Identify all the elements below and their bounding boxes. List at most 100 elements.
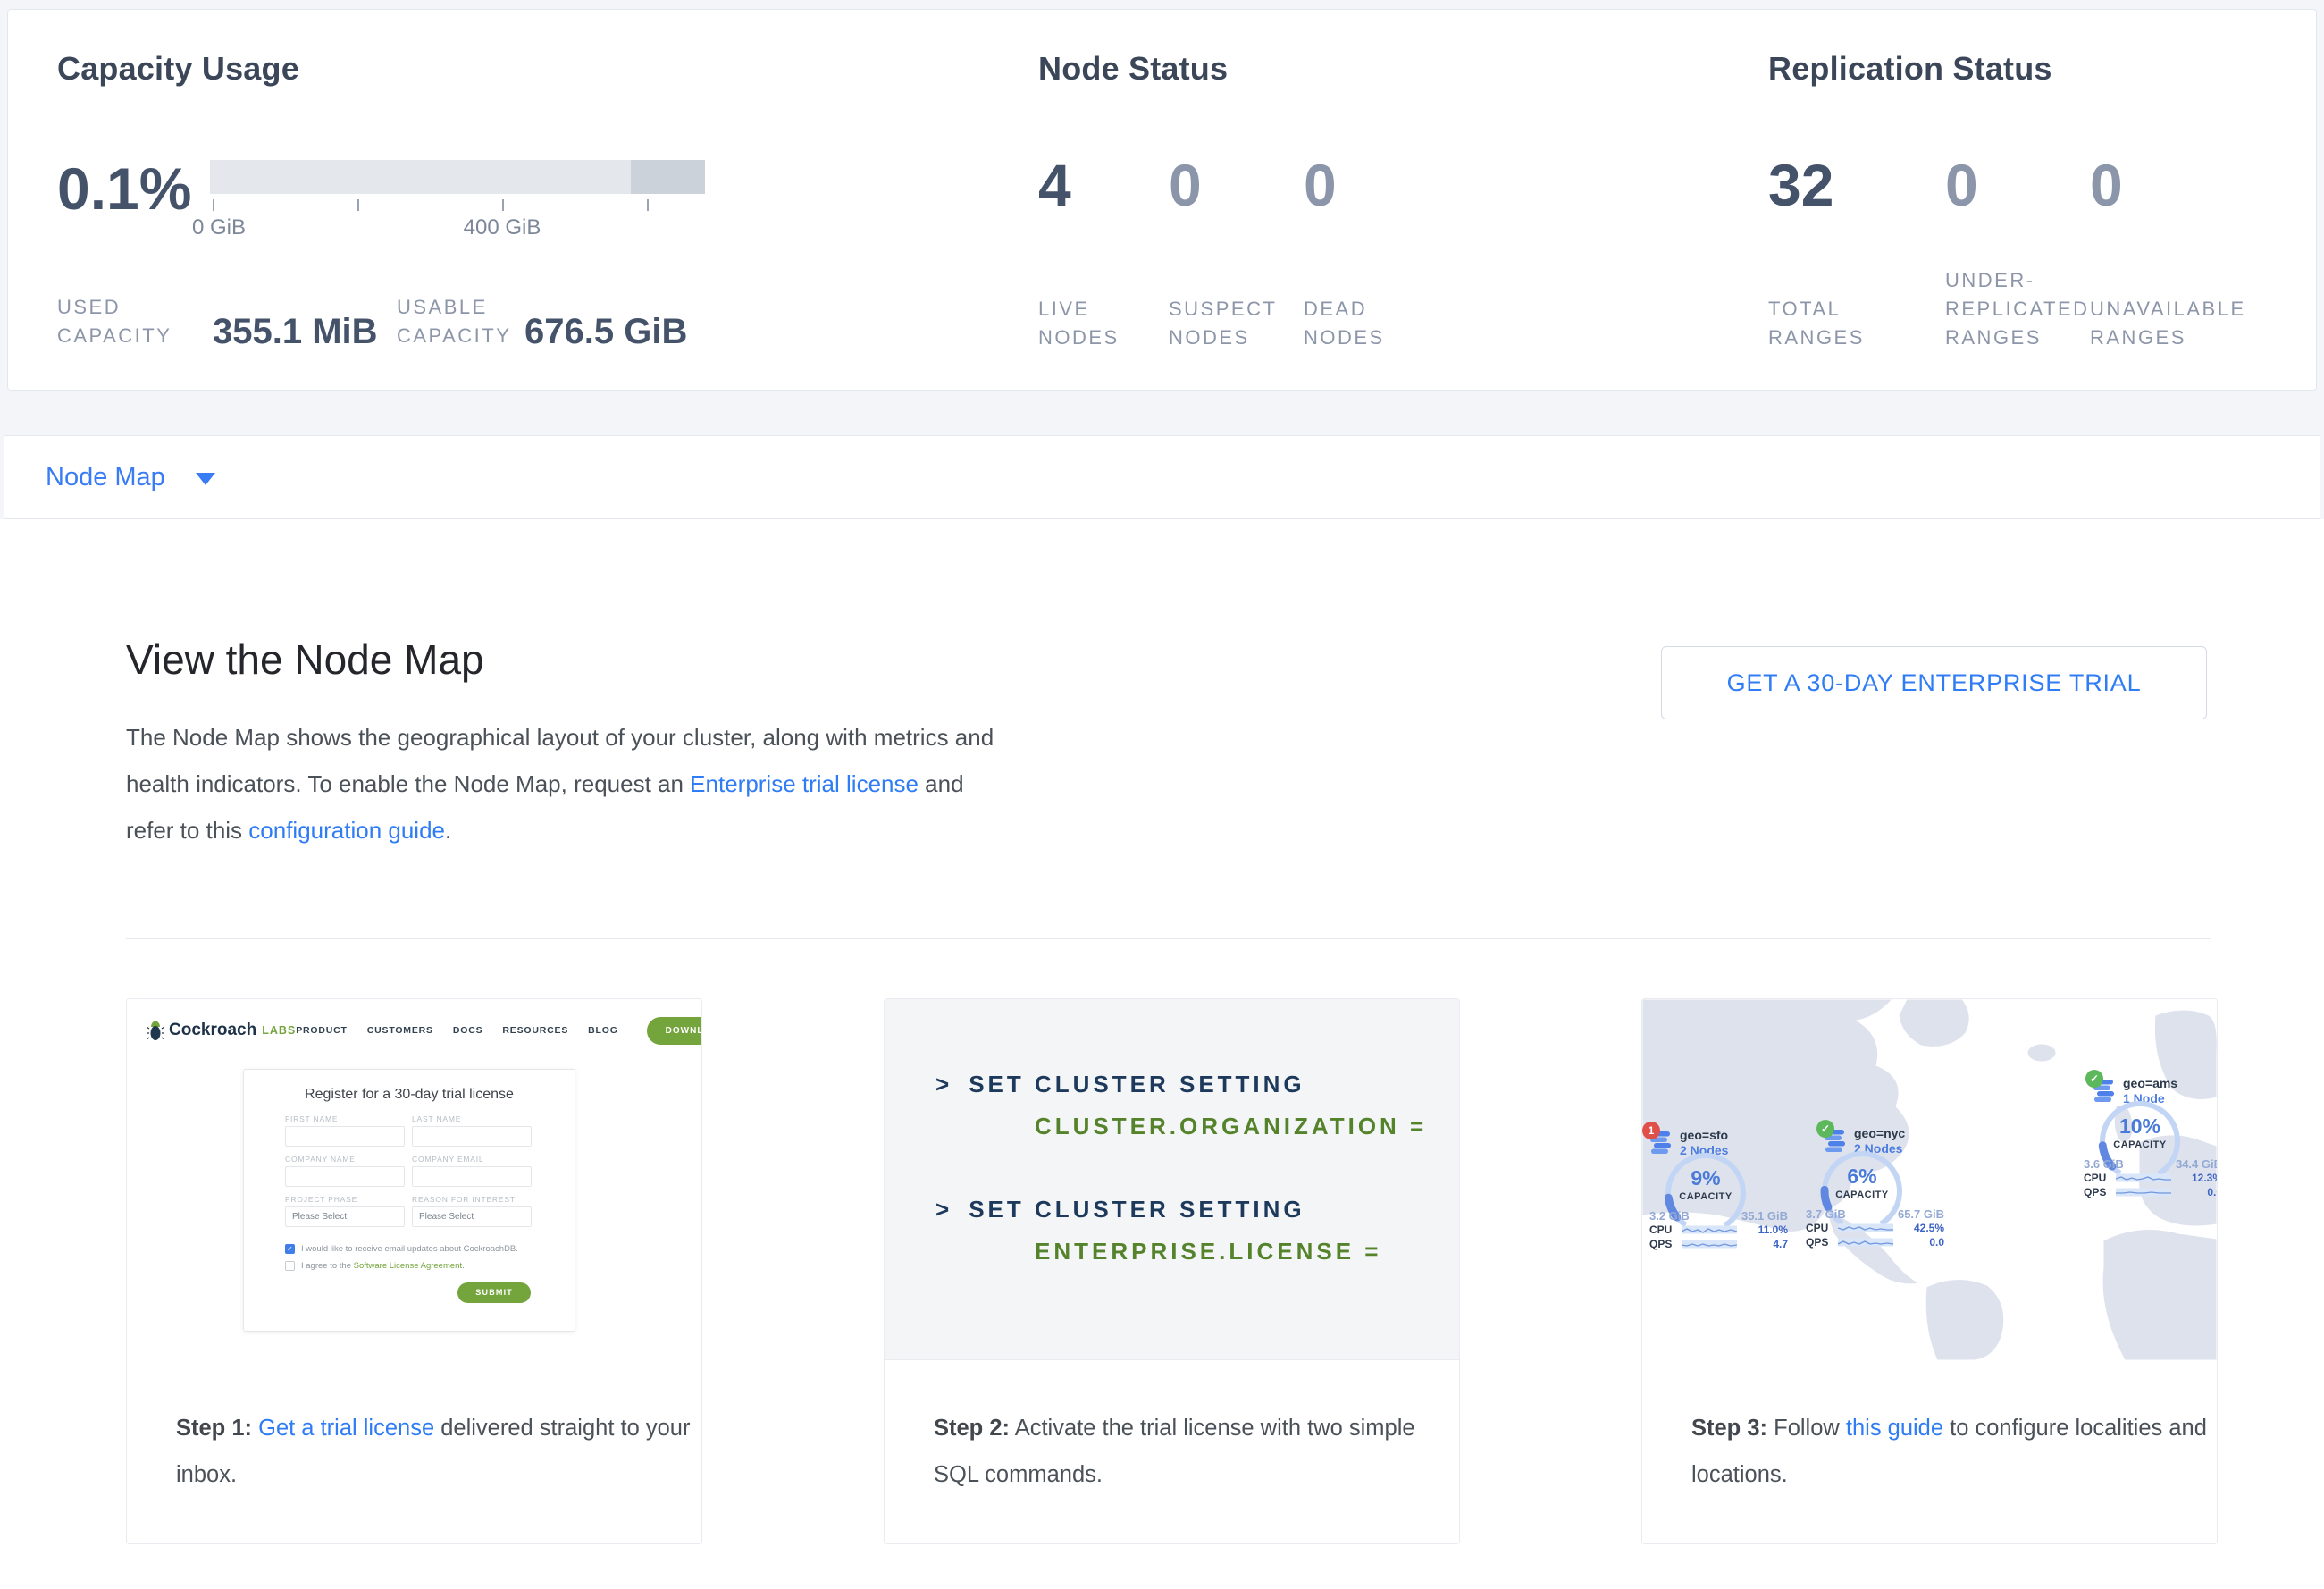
minisite-nav-blog: BLOG — [588, 1025, 618, 1036]
minisite-submit-button: SUBMIT — [457, 1282, 531, 1303]
cpu-value: 11.0% — [1758, 1223, 1788, 1236]
capacity-label: CAPACITY — [1819, 1190, 1905, 1200]
unavailable-ranges-stat: 0 UNAVAILABLE RANGES — [2090, 50, 2269, 372]
sql-command: SET CLUSTER SETTING — [969, 1071, 1305, 1098]
cpu-value: 42.5% — [1914, 1222, 1944, 1234]
node-map-description: The Node Map shows the geographical layo… — [126, 714, 1011, 853]
description-text: . — [445, 817, 451, 844]
capacity-label: CAPACITY — [1663, 1191, 1749, 1202]
locality-geo-nyc: ✓ geo=nyc 2 Nodes — [1806, 1129, 1954, 1152]
cpu-label: CPU — [1806, 1222, 1838, 1234]
checkbox-checked-icon: ✓ — [285, 1244, 295, 1254]
capacity-label: CAPACITY — [2097, 1139, 2183, 1150]
sql-code-block: > SET CLUSTER SETTING CLUSTER.ORGANIZATI… — [885, 999, 1459, 1360]
this-guide-link[interactable]: this guide — [1846, 1416, 1943, 1441]
qps-label: QPS — [1806, 1236, 1838, 1248]
qps-value: 4.7 — [1773, 1238, 1788, 1250]
cpu-sparkline — [2116, 1173, 2171, 1183]
used-gib: 3.6 GiB — [2084, 1157, 2124, 1171]
reason-for-interest-label: REASON FOR INTEREST — [412, 1195, 532, 1204]
project-phase-select: Please Select — [285, 1206, 405, 1227]
qps-sparkline — [2116, 1187, 2171, 1198]
qps-label: QPS — [2084, 1186, 2116, 1198]
capacity-percent: 0.1% — [57, 159, 210, 242]
company-name-field — [285, 1166, 405, 1187]
axis-tick — [502, 199, 504, 211]
qps-value: 0.0 — [2207, 1186, 2218, 1198]
cockroach-bug-icon — [147, 1020, 164, 1041]
enterprise-trial-license-link[interactable]: Enterprise trial license — [690, 770, 919, 797]
axis-tick — [213, 199, 214, 211]
checkbox-empty-icon — [285, 1261, 295, 1271]
registration-form-title: Register for a 30-day trial license — [244, 1087, 575, 1103]
node-map-dropdown[interactable]: Node Map — [46, 463, 215, 492]
minisite-nav-customers: CUSTOMERS — [367, 1025, 433, 1036]
locality-name: geo=ams — [2123, 1076, 2177, 1090]
cpu-sparkline — [1838, 1223, 1893, 1233]
suspect-nodes-label: SUSPECT NODES — [1169, 257, 1285, 352]
capacity-metrics: USED CAPACITY 355.1 MiB USABLE CAPACITY … — [57, 256, 687, 350]
capacity-usage-section: Capacity Usage 0.1% 0 GiB 400 Gi — [57, 50, 1038, 372]
axis-tick — [647, 199, 649, 211]
email-updates-checkbox-row: ✓ I would like to receive email updates … — [244, 1244, 575, 1254]
under-replicated-ranges-value: 0 — [1945, 156, 1978, 214]
unavailable-ranges-label: UNAVAILABLE RANGES — [2090, 257, 2242, 352]
cpu-label: CPU — [2084, 1172, 2116, 1184]
total-ranges-stat: 32 TOTAL RANGES — [1768, 50, 1945, 372]
locality-name: geo=nyc — [1854, 1126, 1905, 1140]
qps-sparkline — [1838, 1237, 1893, 1248]
used-gib: 3.2 GiB — [1649, 1209, 1690, 1223]
minisite-nav: PRODUCT CUSTOMERS DOCS RESOURCES BLOG DO… — [296, 1017, 702, 1045]
enterprise-steps-cards: Cockroach LABS PRODUCT CUSTOMERS DOCS RE… — [126, 998, 2218, 1544]
configuration-guide-link[interactable]: configuration guide — [248, 817, 445, 844]
minisite-nav-resources: RESOURCES — [502, 1025, 568, 1036]
dead-nodes-stat: 0 DEAD NODES — [1304, 50, 1447, 372]
capacity-chart: 0.1% 0 GiB 400 GiB — [57, 159, 705, 242]
dead-nodes-value: 0 — [1304, 156, 1337, 214]
get-enterprise-trial-button[interactable]: GET A 30-DAY ENTERPRISE TRIAL — [1661, 646, 2207, 719]
live-nodes-label: LIVE NODES — [1038, 257, 1145, 352]
node-status-section: Node Status 4 LIVE NODES 0 SUSPECT NODES… — [1038, 50, 1768, 372]
total-gib: 34.4 GiB — [2176, 1157, 2218, 1171]
minisite-nav-docs: DOCS — [453, 1025, 483, 1036]
under-replicated-ranges-label: UNDER-REPLICATED RANGES — [1945, 257, 2090, 352]
axis-label-0gib: 0 GiB — [192, 215, 246, 240]
total-gib: 35.1 GiB — [1741, 1209, 1788, 1223]
capacity-axis-ticks — [210, 199, 705, 212]
used-capacity-value: 355.1 MiB — [213, 312, 397, 352]
sql-setting-name: ENTERPRISE.LICENSE = — [1035, 1238, 1459, 1265]
cluster-overview-page: Capacity Usage 0.1% 0 GiB 400 Gi — [0, 0, 2324, 1589]
locality-geo-sfo: 1 geo=sfo 2 Nodes — [1649, 1131, 1798, 1154]
cpu-label: CPU — [1649, 1223, 1682, 1236]
usable-capacity-value: 676.5 GiB — [524, 312, 687, 352]
healthy-badge-icon: ✓ — [2085, 1070, 2103, 1088]
cpu-value: 12.3% — [2192, 1172, 2218, 1184]
company-email-field — [412, 1166, 532, 1187]
node-map-preview: 1 geo=sfo 2 Nodes — [1642, 999, 2217, 1360]
under-replicated-ranges-stat: 0 UNDER-REPLICATED RANGES — [1945, 50, 2090, 372]
last-name-field — [412, 1126, 532, 1147]
first-name-label: FIRST NAME — [285, 1114, 405, 1123]
sql-setting-name: CLUSTER.ORGANIZATION = — [1035, 1113, 1459, 1140]
chevron-down-icon — [196, 473, 215, 485]
total-gib: 65.7 GiB — [1898, 1207, 1944, 1221]
used-gib: 3.7 GiB — [1806, 1207, 1846, 1221]
sql-prompt: > — [935, 1071, 952, 1098]
qps-value: 0.0 — [1929, 1236, 1944, 1248]
suspect-nodes-stat: 0 SUSPECT NODES — [1169, 50, 1304, 372]
capacity-percent: 10% — [2097, 1114, 2183, 1139]
locality-name: geo=sfo — [1680, 1128, 1728, 1142]
get-trial-license-link[interactable]: Get a trial license — [258, 1416, 434, 1441]
total-ranges-label: TOTAL RANGES — [1768, 257, 1875, 352]
node-map-dropdown-label: Node Map — [46, 463, 165, 492]
minisite-nav-product: PRODUCT — [296, 1025, 348, 1036]
project-phase-label: PROJECT PHASE — [285, 1195, 405, 1204]
used-capacity-label: USED CAPACITY — [57, 293, 178, 350]
dead-nodes-label: DEAD NODES — [1304, 257, 1411, 352]
replication-status-section: Replication Status 32 TOTAL RANGES 0 UND… — [1768, 50, 2316, 372]
step1-thumbnail: Cockroach LABS PRODUCT CUSTOMERS DOCS RE… — [127, 999, 701, 1360]
license-agreement-checkbox-row: I agree to the Software License Agreemen… — [244, 1261, 575, 1271]
step3-card: 1 geo=sfo 2 Nodes — [1641, 998, 2218, 1544]
capacity-bar-used-segment — [631, 160, 705, 194]
sql-prompt: > — [935, 1196, 952, 1223]
